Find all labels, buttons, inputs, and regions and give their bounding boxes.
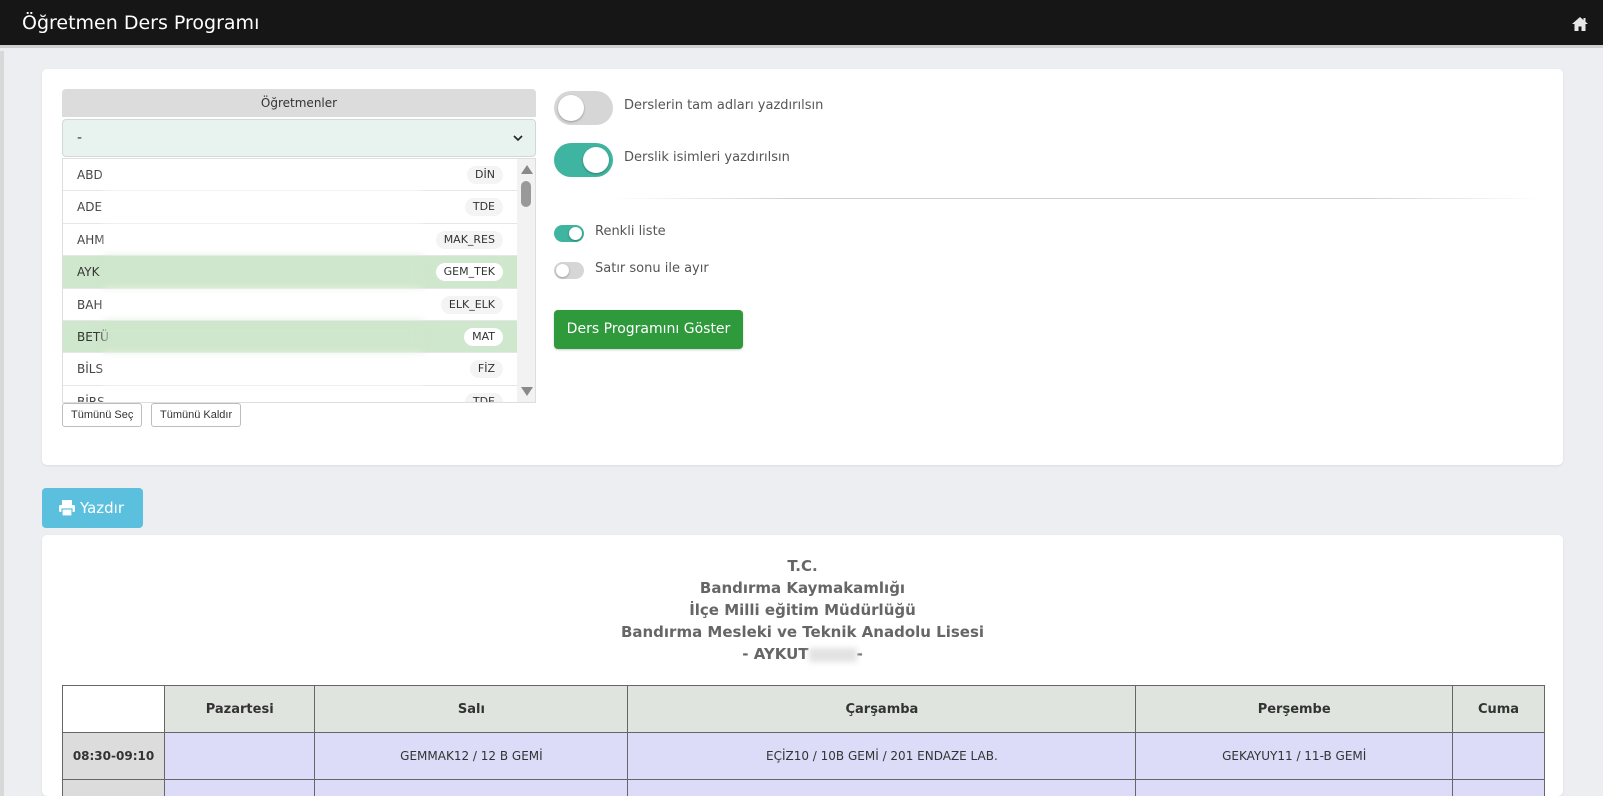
redacted-name [103, 353, 423, 386]
day-header: Pazartesi [163, 685, 316, 733]
lesson-cell: GEKAYUY11 / 11-B GEMİ [1135, 732, 1454, 780]
clear-all-button[interactable]: Tümünü Kaldır [151, 403, 242, 427]
redacted-name [103, 191, 423, 224]
redacted-name [103, 159, 423, 191]
list-item[interactable]: ABD DİN [63, 159, 535, 192]
lesson-cell [163, 732, 316, 780]
branch-badge: MAK_RES [435, 230, 503, 249]
room-names-label: Derslik isimleri yazdırılsın [624, 150, 790, 165]
teacher-name: AHM [77, 232, 105, 247]
teacher-select-value: - [77, 130, 83, 146]
report-line-3: İlçe Milli eğitim Müdürlüğü [689, 601, 916, 619]
schedule-card: T.C. Bandırma Kaymakamlığı İlçe Milli eğ… [42, 535, 1563, 796]
teacher-name: BİLS [77, 362, 104, 377]
scroll-down-icon[interactable] [521, 387, 533, 396]
lesson-cell [163, 779, 316, 796]
full-names-label: Derslerin tam adları yazdırılsın [624, 98, 824, 113]
teacher-name: BİRS [77, 394, 105, 403]
schedule-table: Pazartesi Salı Çarşamba Perşembe Cuma 08… [62, 685, 1545, 796]
lesson-cell: GEMMAK12 / 12 B GEMİ [314, 732, 629, 780]
report-line-4: Bandırma Mesleki ve Teknik Anadolu Lises… [620, 623, 985, 641]
toggle-knob [558, 95, 584, 121]
lesson-cell [1135, 779, 1454, 796]
day-header: Perşembe [1135, 685, 1454, 733]
redacted-surname [808, 647, 857, 662]
redacted-name [103, 223, 423, 256]
room-names-toggle[interactable] [554, 143, 613, 177]
redacted-name [103, 385, 423, 402]
time-slot: 08:30-09:10 [62, 732, 165, 780]
page-title: Öğretmen Ders Programı [22, 12, 260, 34]
schedule-header-row: Pazartesi Salı Çarşamba Perşembe Cuma [62, 685, 1545, 733]
teachers-list-header: Öğretmenler [62, 89, 536, 117]
report-line-1: T.C. [787, 557, 818, 575]
print-button[interactable]: Yazdır [42, 488, 143, 528]
teacher-name: ADE [77, 200, 103, 215]
day-header: Cuma [1452, 685, 1545, 733]
select-all-button[interactable]: Tümünü Seç [62, 403, 143, 427]
lesson-cell: EÇİZ10 / 10B GEMİ / 201 ENDAZE LAB. [627, 732, 1137, 780]
report-line-2: Bandırma Kaymakamlığı [699, 579, 906, 597]
list-item[interactable]: BAH ELK_ELK [63, 288, 535, 321]
day-header: Çarşamba [627, 685, 1137, 733]
toggle-knob [556, 264, 569, 277]
toggle-knob [583, 147, 609, 173]
top-bar: Öğretmen Ders Programı [0, 0, 1603, 48]
branch-badge: TDE [464, 392, 503, 402]
table-row: 08:30-09:10 GEMMAK12 / 12 B GEMİ EÇİZ10 … [62, 732, 1545, 780]
printer-icon [59, 500, 75, 517]
list-item[interactable]: BİLS FİZ [63, 353, 535, 386]
list-item-selected[interactable]: AYK GEM_TEK [63, 256, 535, 289]
line-break-label: Satır sonu ile ayır [595, 261, 709, 276]
lesson-cell [627, 779, 1137, 796]
time-slot [62, 779, 165, 796]
scroll-thumb[interactable] [521, 181, 531, 207]
teacher-name: ABD [77, 168, 103, 182]
chevron-down-icon [513, 135, 523, 142]
teacher-select[interactable]: - [62, 119, 536, 157]
branch-badge: TDE [464, 198, 503, 217]
redacted-name [103, 256, 423, 289]
branch-badge: DİN [467, 166, 503, 184]
report-teacher-prefix: - AYKUT [742, 645, 809, 663]
colored-list-label: Renkli liste [595, 224, 666, 239]
lesson-cell [1452, 732, 1545, 780]
list-scrollbar[interactable] [517, 159, 535, 402]
branch-badge: FİZ [469, 360, 503, 379]
report-teacher-line: - AYKUT - [42, 645, 1563, 663]
lesson-cell [1452, 779, 1545, 796]
list-item[interactable]: AHM MAK_RES [63, 223, 535, 257]
report-teacher-suffix: - [856, 645, 863, 663]
list-item-selected[interactable]: BETÜ MAT [63, 320, 535, 354]
branch-badge: MAT [464, 327, 503, 346]
day-header: Salı [314, 685, 629, 733]
toggle-knob [569, 227, 582, 240]
branch-badge: GEM_TEK [435, 263, 503, 282]
left-edge [0, 51, 4, 796]
colored-list-toggle[interactable] [554, 225, 584, 242]
show-schedule-button[interactable]: Ders Programını Göster [554, 310, 743, 349]
redacted-name [103, 288, 423, 321]
home-icon[interactable] [1571, 15, 1589, 33]
list-item[interactable]: ADE TDE [63, 191, 535, 224]
redacted-name [103, 320, 423, 353]
list-item[interactable]: BİRS TDE [63, 385, 535, 403]
line-break-toggle[interactable] [554, 262, 584, 279]
print-label: Yazdır [80, 499, 125, 517]
divider [612, 198, 1542, 199]
teachers-list[interactable]: ABD DİN ADE TDE AHM MAK_RES AYK GEM_TEK … [62, 158, 536, 403]
scroll-up-icon[interactable] [521, 165, 533, 174]
lesson-cell [314, 779, 629, 796]
corner-cell [62, 685, 165, 733]
branch-badge: ELK_ELK [440, 295, 503, 314]
settings-card: Öğretmenler - ABD DİN ADE TDE AHM MAK_RE… [42, 69, 1563, 465]
full-names-toggle[interactable] [554, 91, 613, 125]
teacher-name: BAH [77, 297, 103, 312]
teacher-name: AYK [77, 265, 100, 280]
table-row [62, 779, 1545, 796]
